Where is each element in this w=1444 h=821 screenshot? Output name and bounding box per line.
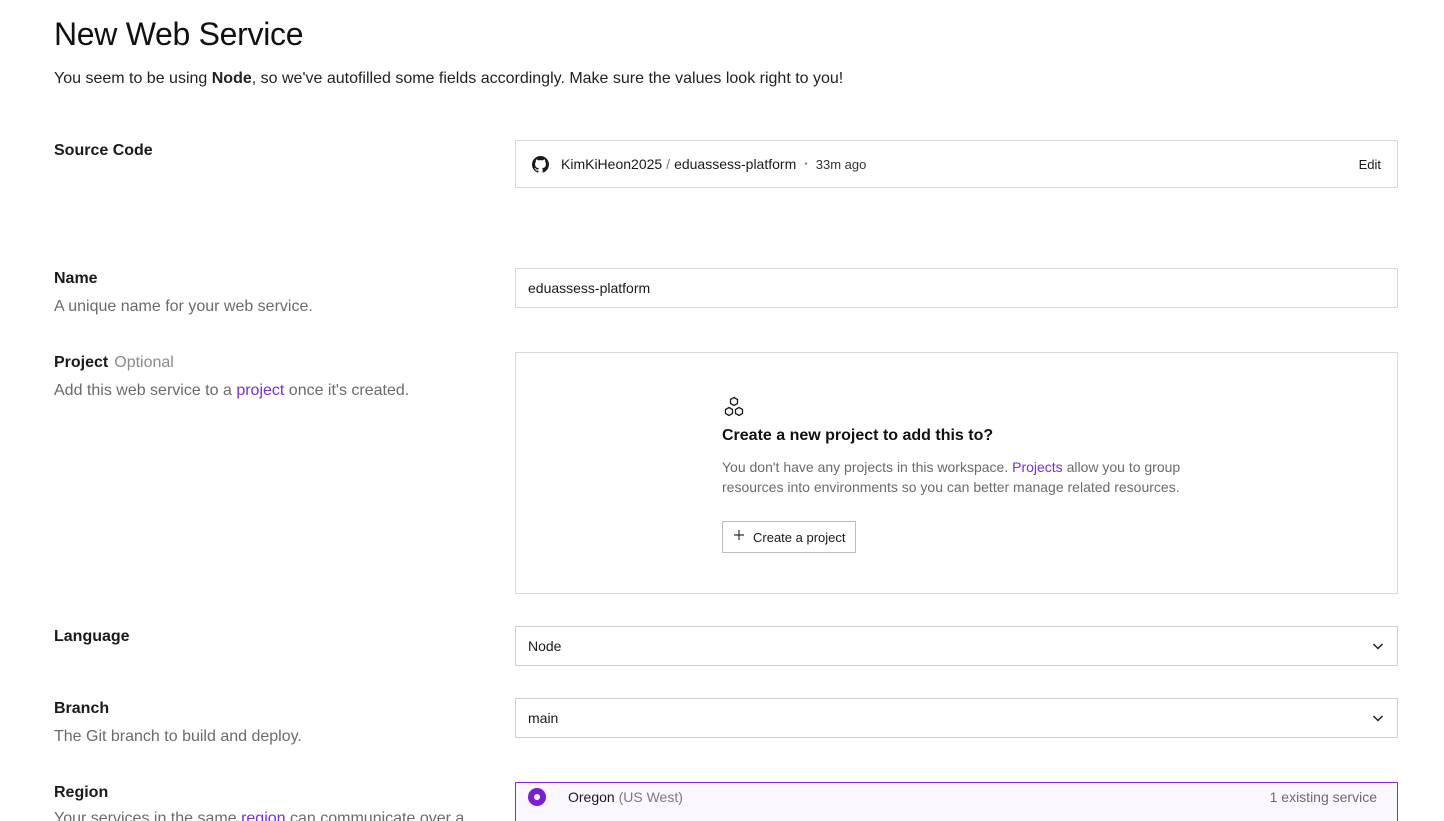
project-description: Add this web service to a project once i… bbox=[54, 382, 410, 399]
branch-label: Branch bbox=[54, 700, 110, 717]
github-icon bbox=[532, 155, 549, 173]
language-label: Language bbox=[54, 628, 130, 645]
region-docs-link[interactable]: region bbox=[241, 810, 285, 821]
language-select[interactable]: Node bbox=[515, 626, 1398, 666]
branch-selected-value: main bbox=[528, 710, 559, 726]
meta-dot: • bbox=[804, 158, 808, 170]
page-title: New Web Service bbox=[54, 16, 304, 52]
create-project-label: Create a project bbox=[753, 529, 846, 545]
chevron-down-icon bbox=[1371, 711, 1385, 725]
edit-source-button[interactable]: Edit bbox=[1359, 157, 1381, 172]
service-name-input[interactable]: eduassess-platform bbox=[515, 268, 1398, 308]
region-option-oregon[interactable]: Oregon (US West) 1 existing service bbox=[515, 782, 1398, 821]
repo-owner[interactable]: KimKiHeon2025 bbox=[561, 156, 662, 172]
detected-language: Node bbox=[211, 70, 252, 87]
radio-selected-icon[interactable] bbox=[528, 788, 546, 806]
project-docs-link[interactable]: project bbox=[236, 382, 284, 399]
project-empty-content: Create a new project to add this to? You… bbox=[722, 395, 1192, 553]
source-code-label: Source Code bbox=[54, 142, 153, 159]
region-service-count: 1 existing service bbox=[1269, 789, 1377, 805]
project-empty-text: You don't have any projects in this work… bbox=[722, 459, 1181, 495]
branch-select[interactable]: main bbox=[515, 698, 1398, 738]
repo-name[interactable]: eduassess-platform bbox=[674, 156, 796, 172]
projects-docs-link[interactable]: Projects bbox=[1012, 459, 1063, 475]
page-subtitle: You seem to be using Node, so we've auto… bbox=[54, 70, 844, 87]
projects-icon bbox=[722, 395, 746, 419]
project-empty-title: Create a new project to add this to? bbox=[722, 427, 994, 444]
chevron-down-icon bbox=[1371, 639, 1385, 653]
new-web-service-page: New Web Service You seem to be using Nod… bbox=[0, 0, 1444, 821]
name-label: Name bbox=[54, 270, 98, 287]
project-empty-state: Create a new project to add this to? You… bbox=[515, 352, 1398, 594]
service-name-value: eduassess-platform bbox=[528, 280, 651, 296]
plus-icon bbox=[733, 529, 745, 545]
optional-tag: Optional bbox=[114, 354, 174, 371]
name-description: A unique name for your web service. bbox=[54, 298, 313, 315]
last-updated-time: 33m ago bbox=[815, 156, 867, 172]
repo-separator: / bbox=[666, 156, 671, 172]
project-label: Project Optional bbox=[54, 354, 174, 371]
source-code-card: KimKiHeon2025 / eduassess-platform • 33m… bbox=[515, 140, 1398, 188]
create-project-button[interactable]: Create a project bbox=[722, 521, 856, 553]
region-description: Your services in the same region can com… bbox=[54, 810, 464, 821]
language-selected-value: Node bbox=[528, 638, 562, 654]
region-label: Region bbox=[54, 784, 109, 801]
branch-description: The Git branch to build and deploy. bbox=[54, 728, 302, 745]
region-option-name: Oregon (US West) bbox=[568, 789, 683, 805]
